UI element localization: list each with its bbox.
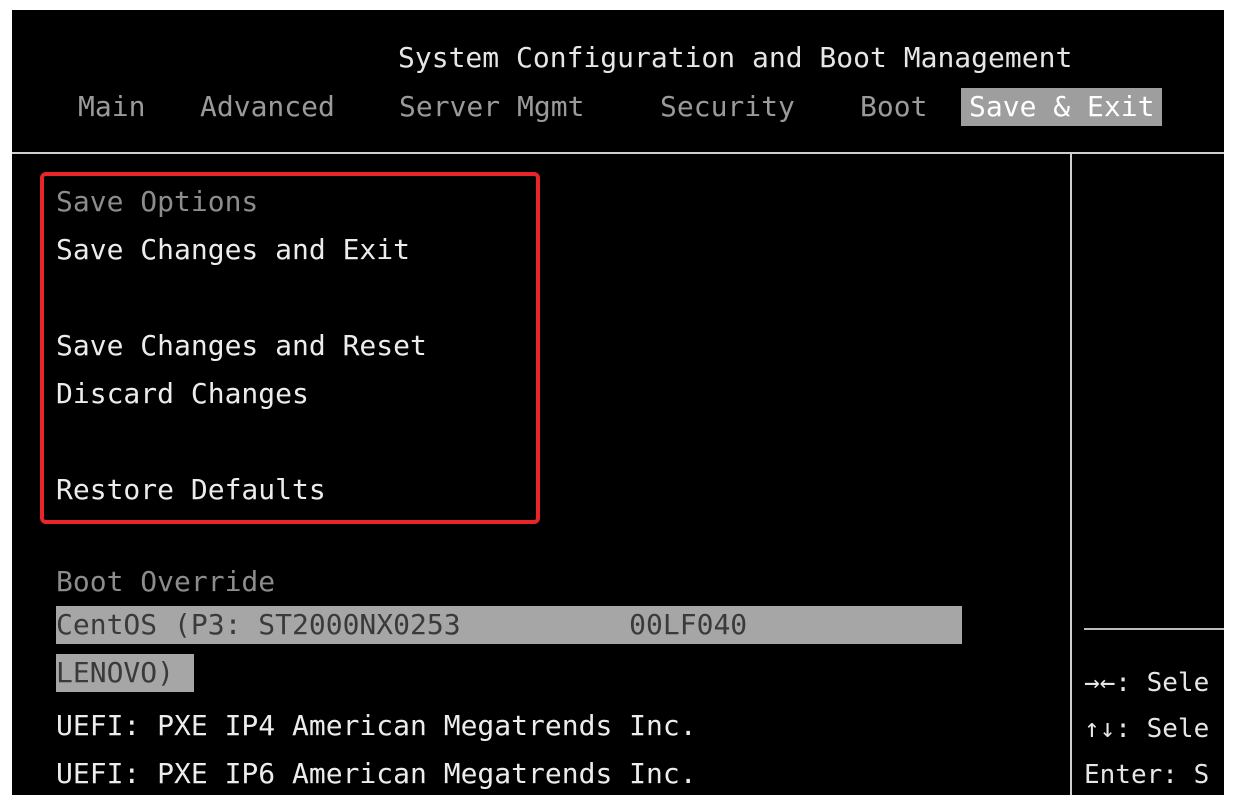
menu-item-save-changes-reset[interactable]: Save Changes and Reset [56,328,427,364]
help-separator [1084,628,1224,630]
save-options-header: Save Options [56,185,259,218]
bios-screen: System Configuration and Boot Management… [12,10,1224,795]
tab-security[interactable]: Security [660,88,795,126]
menu-item-save-changes-exit[interactable]: Save Changes and Exit [56,232,410,268]
help-line-enter-select: Enter: S [1084,760,1210,790]
boot-entry-centos-continuation[interactable]: LENOVO) [56,655,174,691]
tab-boot[interactable]: Boot [860,88,927,126]
boot-entry-pxe-ip6[interactable]: UEFI: PXE IP6 American Megatrends Inc. [56,756,697,792]
menu-item-restore-defaults[interactable]: Restore Defaults [56,472,326,508]
boot-entry-pxe-ip4[interactable]: UEFI: PXE IP4 American Megatrends Inc. [56,708,697,744]
boot-override-header: Boot Override [56,565,276,598]
header-divider [12,152,1224,154]
tab-main[interactable]: Main [78,88,145,126]
help-panel-divider [1070,154,1072,795]
tab-save-exit[interactable]: Save & Exit [961,88,1163,126]
tab-advanced[interactable]: Advanced [200,88,335,126]
tab-bar: Main Advanced Server Mgmt Security Boot … [12,88,1224,126]
help-line-select-screen: →←: Sele [1084,668,1210,698]
help-line-select-item: ↑↓: Sele [1084,714,1210,744]
tab-server-mgmt[interactable]: Server Mgmt [399,88,584,126]
boot-entry-centos[interactable]: CentOS (P3: ST2000NX0253 00LF040 [56,607,747,643]
bios-title: System Configuration and Boot Management [398,41,1073,74]
menu-item-discard-changes[interactable]: Discard Changes [56,376,309,412]
